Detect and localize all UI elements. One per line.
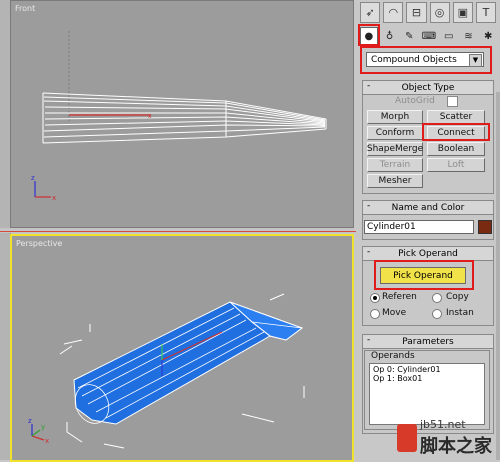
pick-operand-title: Pick Operand [398, 248, 458, 259]
spacewarps-icon[interactable]: ≋ [461, 28, 477, 44]
conform-button[interactable]: Conform [367, 126, 423, 140]
axis-tripod-icon: z x y [28, 417, 49, 445]
svg-text:x: x [52, 194, 56, 202]
command-panel: ➶ ◠ ⊟ ◎ ▣ T ● ♁ ✎ ⌨ ▭ ≋ ✱ Compound Objec… [356, 0, 500, 460]
connect-highlight [422, 123, 490, 141]
object-color-swatch[interactable] [478, 220, 492, 234]
shapemerge-button[interactable]: ShapeMerge [367, 142, 423, 156]
create-icon[interactable]: ➶ [360, 2, 381, 23]
instance-radio[interactable] [432, 309, 442, 319]
list-item[interactable]: Op 0: Cylinder01 [373, 365, 481, 374]
name-color-header[interactable]: - Name and Color [363, 200, 493, 215]
move-label: Move [382, 308, 407, 318]
hierarchy-icon[interactable]: ⊟ [406, 2, 427, 23]
name-color-title: Name and Color [391, 202, 465, 213]
morph-button[interactable]: Morph [367, 110, 423, 124]
loft-button: Loft [427, 158, 485, 172]
instance-label: Instan [446, 308, 474, 318]
create-subtabs: ● ♁ ✎ ⌨ ▭ ≋ ✱ [360, 26, 496, 46]
svg-text:y: y [41, 423, 45, 431]
front-viewport-geometry: x z x [31, 31, 327, 202]
object-name-field[interactable]: Cylinder01 [364, 220, 474, 234]
svg-text:z: z [31, 174, 35, 182]
cameras-icon[interactable]: ⌨ [421, 28, 437, 44]
object-type-title: Object Type [401, 82, 455, 93]
shapes-icon[interactable]: ♁ [382, 28, 398, 44]
copy-radio[interactable] [432, 293, 442, 303]
front-viewport[interactable]: Front x z x [10, 0, 354, 228]
lights-icon[interactable]: ✎ [401, 28, 417, 44]
dropdown-highlight [360, 46, 492, 74]
parameters-title: Parameters [402, 336, 454, 347]
helpers-icon[interactable]: ▭ [441, 28, 457, 44]
command-panel-tabs: ➶ ◠ ⊟ ◎ ▣ T [360, 2, 497, 24]
terrain-button: Terrain [367, 158, 423, 172]
collapse-icon[interactable]: - [367, 201, 370, 211]
viewport-label: Perspective [16, 239, 63, 248]
pick-operand-highlight [374, 260, 474, 290]
watermark-url: jb51.net [420, 418, 466, 431]
collapse-icon[interactable]: - [367, 247, 370, 257]
boolean-button[interactable]: Boolean [427, 142, 485, 156]
modify-icon[interactable]: ◠ [383, 2, 404, 23]
motion-icon[interactable]: ◎ [429, 2, 450, 23]
perspective-viewport-geometry: z x y [28, 293, 305, 449]
viewport-label: Front [15, 4, 36, 13]
pick-operand-header[interactable]: - Pick Operand [363, 246, 493, 261]
mesher-button[interactable]: Mesher [367, 174, 423, 188]
systems-icon[interactable]: ✱ [480, 28, 496, 44]
watermark-logo: 脚本之家 [420, 436, 492, 457]
perspective-viewport[interactable]: Perspective z x y [10, 234, 354, 462]
geometry-highlight [358, 24, 380, 46]
svg-text:z: z [28, 417, 32, 425]
svg-text:x: x [45, 437, 49, 445]
operands-label: Operands [369, 351, 417, 361]
copy-label: Copy [446, 292, 469, 302]
parameters-header[interactable]: - Parameters [363, 334, 493, 349]
svg-text:x: x [148, 113, 152, 120]
list-item[interactable]: Op 1: Box01 [373, 374, 481, 383]
move-radio[interactable] [370, 309, 380, 319]
watermark-logo-icon [397, 424, 417, 452]
reference-radio[interactable] [370, 293, 380, 303]
utilities-icon[interactable]: T [475, 2, 497, 23]
collapse-icon[interactable]: - [367, 335, 370, 345]
autogrid-checkbox[interactable] [447, 96, 458, 107]
collapse-icon[interactable]: - [367, 81, 370, 91]
command-panel-scrollbar[interactable] [496, 92, 500, 460]
operands-list[interactable]: Op 0: Cylinder01 Op 1: Box01 [369, 363, 485, 425]
autogrid-label: AutoGrid [395, 96, 435, 106]
scatter-button[interactable]: Scatter [427, 110, 485, 124]
object-type-header[interactable]: - Object Type [363, 80, 493, 95]
axis-tripod-icon: z x [31, 174, 56, 202]
reference-label: Referen [382, 292, 417, 302]
display-icon[interactable]: ▣ [452, 2, 473, 23]
